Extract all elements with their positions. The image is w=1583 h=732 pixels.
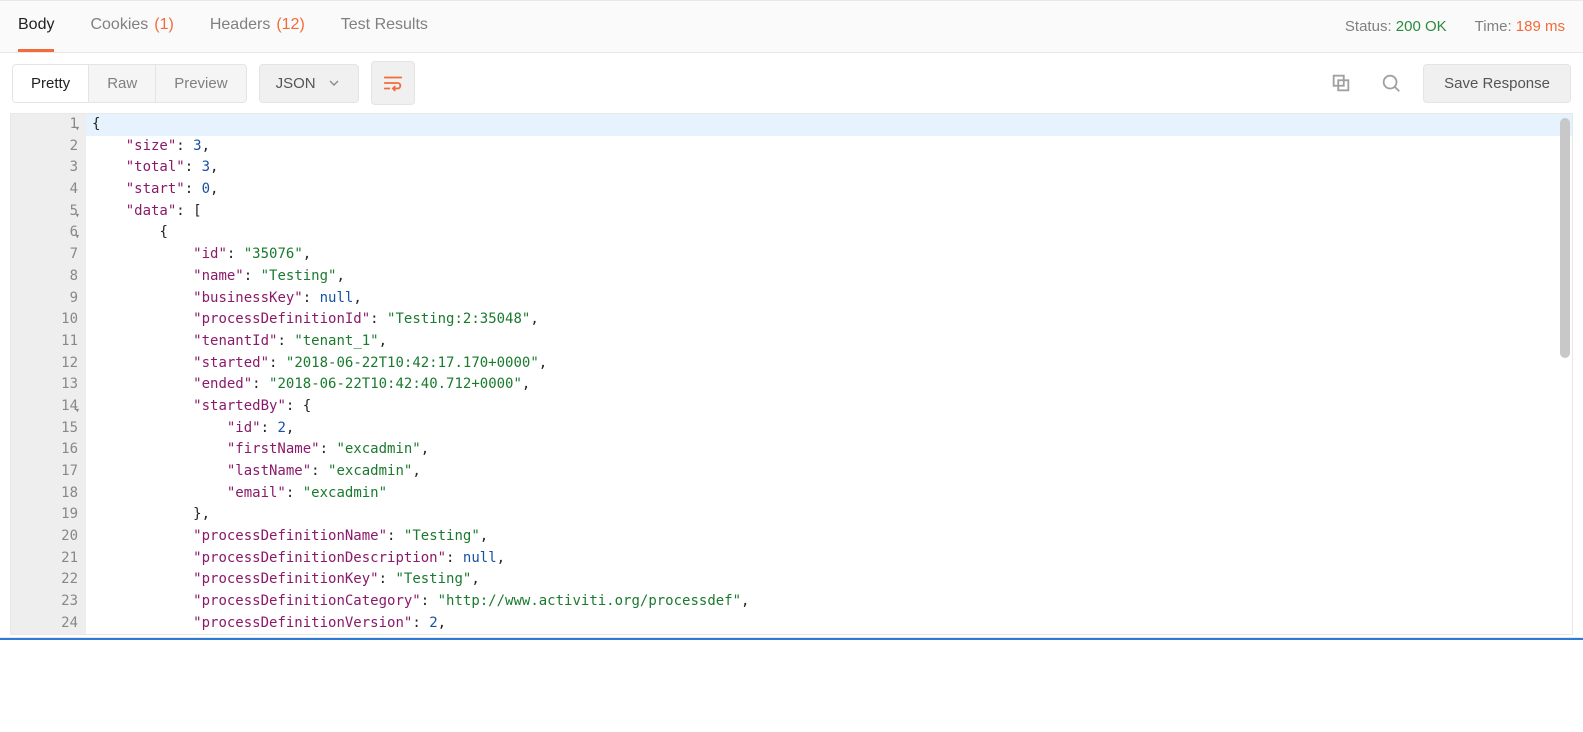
time-value: 189 ms [1516,18,1565,35]
gutter-line: 7 [11,244,78,266]
view-mode-segment: Pretty Raw Preview [12,64,247,103]
code-line: "data": [ [86,201,1572,223]
tab-headers-label: Headers [210,16,270,34]
gutter-line: 9 [11,288,78,310]
response-tabs: Body Cookies (1) Headers (12) Test Resul… [18,1,428,52]
save-response-label: Save Response [1444,75,1550,92]
code-line: "start": 0, [86,179,1572,201]
tab-cookies[interactable]: Cookies (1) [90,1,173,52]
gutter-line: 13 [11,374,78,396]
code-line: "id": "35076", [86,244,1572,266]
gutter-line: 14 [11,396,78,418]
code-line: "startedBy": { [86,396,1572,418]
gutter-line: 19 [11,504,78,526]
code-line: "businessKey": null, [86,288,1572,310]
code-line: "processDefinitionId": "Testing:2:35048"… [86,309,1572,331]
view-raw-label: Raw [107,75,137,92]
save-response-button[interactable]: Save Response [1423,64,1571,103]
tab-headers[interactable]: Headers (12) [210,1,305,52]
status-label: Status: [1345,18,1392,35]
code-line: "processDefinitionKey": "Testing", [86,569,1572,591]
chevron-down-icon [326,75,342,91]
wrap-lines-button[interactable] [371,61,415,105]
search-button[interactable] [1373,65,1409,101]
tab-cookies-label: Cookies [90,16,148,34]
code-body[interactable]: { "size": 3, "total": 3, "start": 0, "da… [86,114,1572,634]
code-line: "started": "2018-06-22T10:42:17.170+0000… [86,353,1572,375]
status-value: 200 OK [1396,18,1447,35]
code-line: { [86,222,1572,244]
code-line: { [86,114,1572,136]
response-panel: Body Cookies (1) Headers (12) Test Resul… [0,0,1583,638]
gutter-line: 5 [11,201,78,223]
scrollbar-thumb[interactable] [1560,118,1570,358]
language-select-label: JSON [276,75,316,92]
tab-cookies-count: (1) [154,16,174,34]
gutter-line: 24 [11,613,78,635]
view-preview-label: Preview [174,75,227,92]
gutter-line: 20 [11,526,78,548]
gutter-line: 6 [11,222,78,244]
view-pretty-button[interactable]: Pretty [13,65,88,102]
code-line: "processDefinitionDescription": null, [86,548,1572,570]
gutter-line: 4 [11,179,78,201]
code-line: "lastName": "excadmin", [86,461,1572,483]
gutter-line: 1 [11,114,78,136]
gutter-line: 21 [11,548,78,570]
code-line: "processDefinitionName": "Testing", [86,526,1572,548]
code-line: "firstName": "excadmin", [86,439,1572,461]
bottom-accent-bar [0,638,1583,640]
response-tabs-row: Body Cookies (1) Headers (12) Test Resul… [0,1,1583,53]
gutter-line: 11 [11,331,78,353]
code-line: "email": "excadmin" [86,483,1572,505]
gutter-line: 18 [11,483,78,505]
response-meta: Status: 200 OK Time: 189 ms [1345,18,1565,35]
time-block: Time: 189 ms [1475,18,1565,35]
code-line: "id": 2, [86,418,1572,440]
language-select[interactable]: JSON [259,64,359,103]
code-line: "total": 3, [86,157,1572,179]
tab-test-results[interactable]: Test Results [341,1,428,52]
tab-body-label: Body [18,16,54,34]
wrap-icon [382,72,404,94]
view-raw-button[interactable]: Raw [88,65,155,102]
gutter-line: 8 [11,266,78,288]
gutter-line: 3 [11,157,78,179]
code-gutter: 1 2 3 4 5 6 7 8 9 10 11 12 13 14 15 16 1… [11,114,86,634]
code-line: "tenantId": "tenant_1", [86,331,1572,353]
tab-headers-count: (12) [276,16,304,34]
gutter-line: 12 [11,353,78,375]
code-line: "processDefinitionVersion": 2, [86,613,1572,634]
gutter-line: 16 [11,439,78,461]
gutter-line: 2 [11,136,78,158]
gutter-line: 15 [11,418,78,440]
code-line: "name": "Testing", [86,266,1572,288]
time-label: Time: [1475,18,1512,35]
code-line: "processDefinitionCategory": "http://www… [86,591,1572,613]
view-pretty-label: Pretty [31,75,70,92]
tab-body[interactable]: Body [18,1,54,52]
code-line: "ended": "2018-06-22T10:42:40.712+0000", [86,374,1572,396]
copy-icon [1330,72,1352,94]
gutter-line: 22 [11,569,78,591]
gutter-line: 10 [11,309,78,331]
code-line: "size": 3, [86,136,1572,158]
tab-tests-label: Test Results [341,16,428,34]
toolbar-right: Save Response [1323,64,1571,103]
status-block: Status: 200 OK [1345,18,1447,35]
code-viewer: 1 2 3 4 5 6 7 8 9 10 11 12 13 14 15 16 1… [10,113,1573,635]
copy-button[interactable] [1323,65,1359,101]
body-toolbar: Pretty Raw Preview JSON Save Response [0,53,1583,113]
search-icon [1380,72,1402,94]
view-preview-button[interactable]: Preview [155,65,245,102]
gutter-line: 23 [11,591,78,613]
gutter-line: 17 [11,461,78,483]
code-line: }, [86,504,1572,526]
